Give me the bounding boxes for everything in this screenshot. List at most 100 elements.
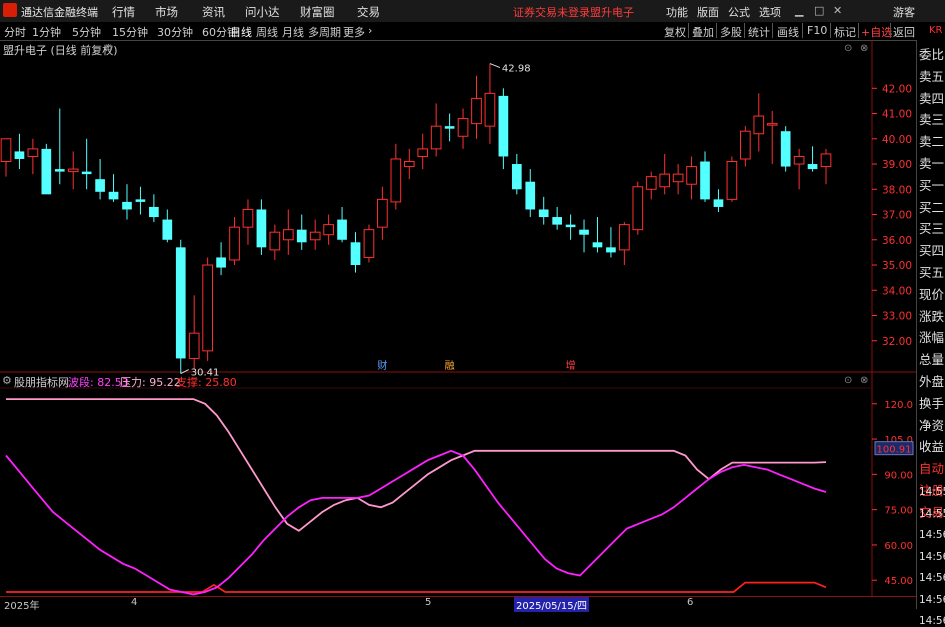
price-tick-label: 40.00: [882, 134, 912, 146]
price-tick-label: 39.00: [882, 159, 912, 171]
candle-body: [337, 219, 347, 240]
candle: [363, 224, 375, 263]
candle-body: [592, 242, 603, 248]
candle: [606, 227, 616, 258]
candle-body: [430, 125, 442, 150]
high-marker-line: [489, 63, 501, 69]
candle: [188, 295, 200, 369]
quote-panel-item[interactable]: 换手: [919, 393, 944, 412]
date-label: 2025年: [4, 601, 40, 612]
quote-panel-item[interactable]: 买一: [919, 175, 944, 194]
candle-body: [766, 123, 778, 126]
candle-body: [54, 169, 65, 172]
candle-body: [457, 118, 469, 137]
candle-body: [686, 166, 697, 185]
candle: [525, 169, 536, 218]
candle-body: [269, 231, 281, 251]
candle: [242, 199, 254, 245]
candle: [484, 63, 496, 144]
candle-body: [645, 176, 657, 190]
quote-panel-item[interactable]: 卖一: [919, 153, 944, 172]
candle: [753, 93, 765, 152]
candle: [67, 151, 79, 190]
candle-body: [350, 242, 361, 266]
candle-body: [188, 332, 200, 359]
quote-panel-item[interactable]: 净资: [919, 415, 944, 434]
settings-gear-icon[interactable]: ⚙: [2, 374, 12, 387]
quote-panel-item[interactable]: 卖二: [919, 131, 944, 150]
quote-panel-item[interactable]: 卖三: [919, 109, 944, 128]
pane-options-icon[interactable]: ⊙: [844, 375, 852, 386]
candle-body: [780, 131, 791, 167]
candle-body: [135, 199, 146, 202]
candle: [175, 239, 186, 374]
candle: [552, 206, 562, 230]
candle: [713, 189, 724, 212]
quote-panel-item[interactable]: 买五: [919, 262, 944, 281]
high-price-label: 42.98: [502, 64, 531, 75]
candle: [108, 174, 119, 202]
quote-panel-item[interactable]: 涨跌: [919, 306, 944, 325]
candle: [632, 181, 644, 235]
candle: [309, 219, 321, 250]
selected-date-label: 2025/05/15/四: [514, 597, 590, 612]
quote-panel-item[interactable]: 总量: [919, 349, 944, 368]
price-tick-label: 42.00: [882, 83, 912, 95]
candle-body: [740, 130, 751, 160]
candle-body: [538, 209, 549, 218]
tick-time: 14:56: [919, 550, 945, 563]
candle: [672, 164, 684, 195]
quote-panel-item[interactable]: 现价: [919, 284, 944, 303]
quote-panel-item[interactable]: 买三: [919, 218, 944, 237]
candle-body: [672, 173, 684, 183]
quote-panel-item[interactable]: 涨幅: [919, 327, 944, 346]
indicator-name[interactable]: 股朋指标网: [14, 374, 69, 390]
candle: [54, 108, 65, 185]
quote-panel-item[interactable]: 卖五: [919, 66, 944, 85]
tick-time: 14:56: [919, 529, 945, 541]
quote-panel-item[interactable]: 卖四: [919, 88, 944, 107]
quote-panel-item[interactable]: 自动: [919, 458, 944, 477]
indicator-line: [6, 398, 827, 532]
kline-chart[interactable]: 42.00 41.00 40.00 39.00 38.00 37.00 36.00 35.00…: [0, 0, 945, 609]
date-label: 5: [425, 597, 432, 608]
candle-body: [67, 168, 79, 173]
candle-body: [498, 95, 509, 157]
candle-body: [27, 148, 39, 157]
candle-body: [229, 226, 240, 261]
candle: [444, 113, 455, 142]
quote-panel-item[interactable]: 收益: [919, 436, 944, 455]
candle: [390, 143, 402, 210]
crosshair-value-label: 100.91: [877, 445, 912, 456]
candle: [149, 194, 159, 223]
candle-body: [807, 164, 818, 170]
candle: [430, 103, 442, 157]
candle-body: [377, 198, 388, 228]
candle: [202, 257, 213, 361]
tick-time: 14:55: [919, 486, 945, 498]
candle-body: [417, 148, 429, 157]
candle-body: [820, 153, 832, 168]
candle: [511, 153, 522, 195]
quote-panel-item[interactable]: 外盘: [919, 371, 944, 390]
candle: [81, 138, 92, 190]
candle-body: [216, 257, 226, 268]
candle-body: [525, 181, 536, 210]
candle: [323, 214, 334, 245]
candle: [565, 214, 576, 240]
event-marker: 财: [377, 359, 387, 372]
tick-time: 14:56: [919, 593, 945, 606]
candle-body: [149, 206, 159, 218]
quote-panel-item[interactable]: 买四: [919, 240, 944, 259]
candle: [162, 209, 173, 243]
candle-body: [552, 217, 562, 225]
candle: [740, 126, 751, 167]
candle-body: [309, 231, 321, 241]
candle-body: [282, 229, 294, 241]
date-label: 6: [687, 597, 694, 608]
pane-close-icon[interactable]: ⊗: [860, 375, 868, 386]
candle: [579, 219, 589, 253]
quote-panel-item[interactable]: 买二: [919, 197, 944, 216]
quote-panel-item[interactable]: 委比: [919, 44, 944, 63]
candle-body: [95, 179, 105, 192]
